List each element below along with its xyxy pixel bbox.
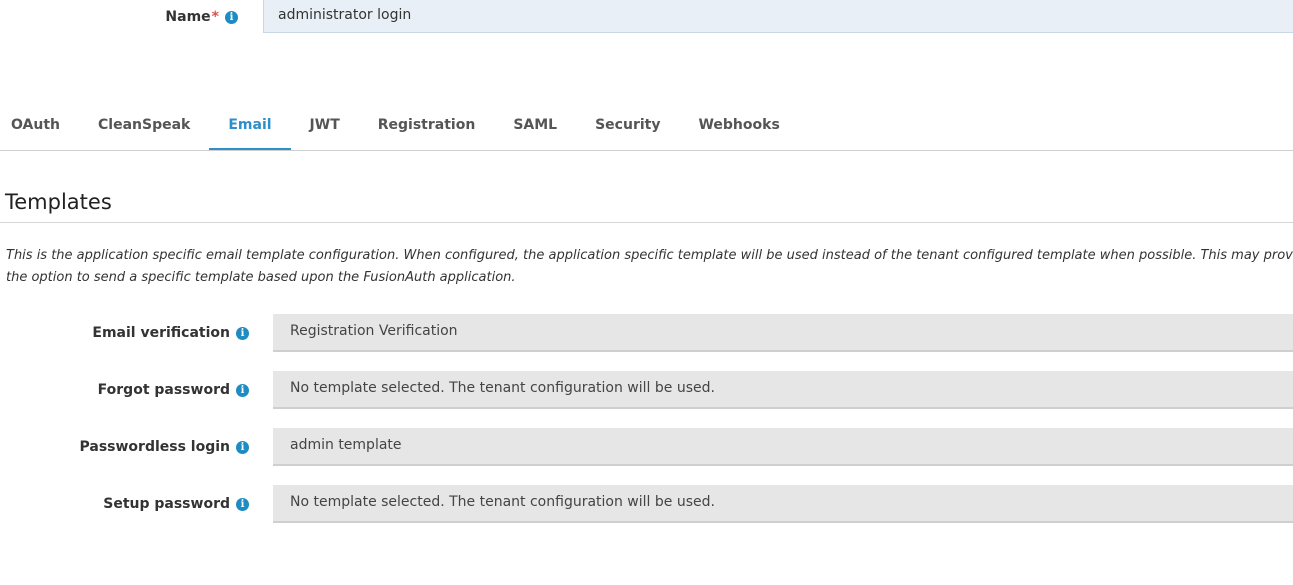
tab-cleanspeak[interactable]: CleanSpeak [79,102,209,148]
tab-email[interactable]: Email [209,102,291,150]
passwordless-login-row: Passwordless login i admin template [0,428,1293,466]
info-icon[interactable]: i [225,10,238,24]
forgot-password-row: Forgot password i No template selected. … [0,371,1293,409]
tab-oauth[interactable]: OAuth [0,102,79,148]
setup-password-row: Setup password i No template selected. T… [0,485,1293,523]
info-icon[interactable]: i [236,440,249,454]
section-description: This is the application specific email t… [6,245,1293,289]
name-label-text: Name [165,9,211,25]
required-marker: * [211,9,219,25]
section-title: Templates [5,190,112,214]
info-icon[interactable]: i [236,497,249,511]
name-input[interactable]: administrator login [263,0,1293,33]
setup-password-label-text: Setup password [103,496,230,512]
tab-registration[interactable]: Registration [359,102,495,148]
forgot-password-select[interactable]: No template selected. The tenant configu… [273,371,1293,409]
tab-bar: OAuth CleanSpeak Email JWT Registration … [0,102,1293,151]
email-verification-label: Email verification i [92,325,249,341]
passwordless-login-label: Passwordless login i [79,439,249,455]
forgot-password-label-text: Forgot password [97,382,230,398]
tab-saml[interactable]: SAML [494,102,576,148]
passwordless-login-select[interactable]: admin template [273,428,1293,466]
tab-security[interactable]: Security [576,102,679,148]
section-divider [0,222,1293,223]
info-icon[interactable]: i [236,383,249,397]
setup-password-label: Setup password i [103,496,249,512]
info-icon[interactable]: i [236,326,249,340]
description-line-1: This is the application specific email t… [6,248,1293,263]
tab-webhooks[interactable]: Webhooks [679,102,798,148]
forgot-password-label: Forgot password i [98,382,249,398]
email-verification-row: Email verification i Registration Verifi… [0,314,1293,352]
description-line-2: the option to send a specific template b… [6,270,516,285]
email-verification-select[interactable]: Registration Verification [273,314,1293,352]
name-label: Name * i [165,9,238,25]
email-verification-label-text: Email verification [92,325,230,341]
passwordless-login-label-text: Passwordless login [79,439,230,455]
name-field-row: Name * i administrator login [0,0,1293,34]
setup-password-select[interactable]: No template selected. The tenant configu… [273,485,1293,523]
tab-jwt[interactable]: JWT [291,102,359,148]
